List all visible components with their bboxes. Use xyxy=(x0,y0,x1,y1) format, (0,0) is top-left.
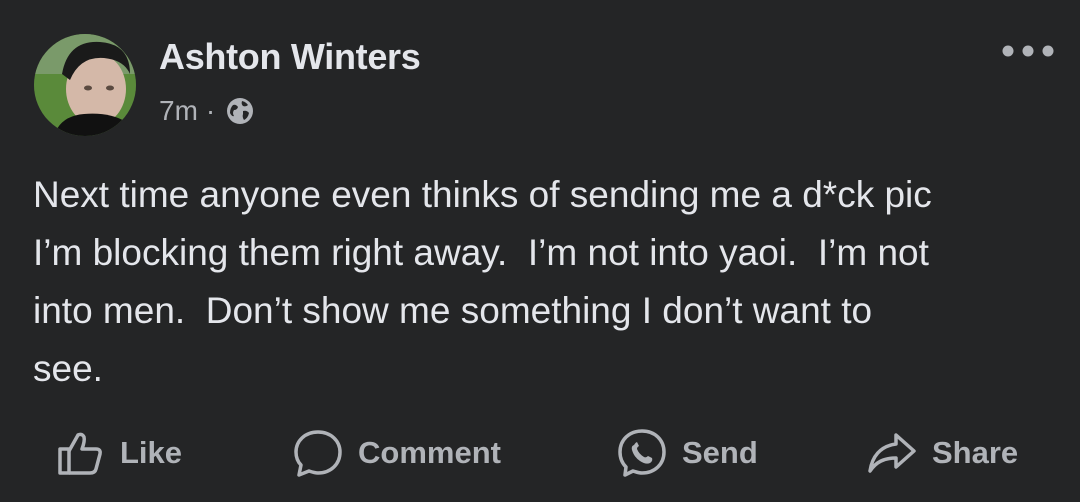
messenger-icon xyxy=(616,427,668,479)
share-icon xyxy=(866,427,918,479)
share-button[interactable]: Share xyxy=(866,422,1018,484)
author-name[interactable]: Ashton Winters xyxy=(159,36,421,78)
like-label: Like xyxy=(120,435,183,470)
post-timestamp[interactable]: 7m xyxy=(159,95,198,127)
like-icon xyxy=(54,427,106,479)
comment-icon xyxy=(292,427,344,479)
post-actions-bar: Like Comment Send Share xyxy=(0,422,1080,484)
post-meta: 7m · xyxy=(159,92,255,130)
share-label: Share xyxy=(932,435,1019,470)
comment-label: Comment xyxy=(358,435,501,470)
like-button[interactable]: Like xyxy=(54,422,182,484)
post-text: Next time anyone even thinks of sending … xyxy=(33,174,932,389)
more-options-button[interactable] xyxy=(998,36,1058,66)
more-options-icon xyxy=(1002,45,1054,57)
avatar-image xyxy=(34,34,136,136)
send-label: Send xyxy=(682,435,758,470)
post-card: Ashton Winters 7m · Next time anyone eve… xyxy=(0,0,1080,502)
globe-icon[interactable] xyxy=(225,96,255,126)
avatar[interactable] xyxy=(34,34,136,136)
meta-separator: · xyxy=(205,95,216,126)
send-button[interactable]: Send xyxy=(616,422,758,484)
comment-button[interactable]: Comment xyxy=(292,422,501,484)
